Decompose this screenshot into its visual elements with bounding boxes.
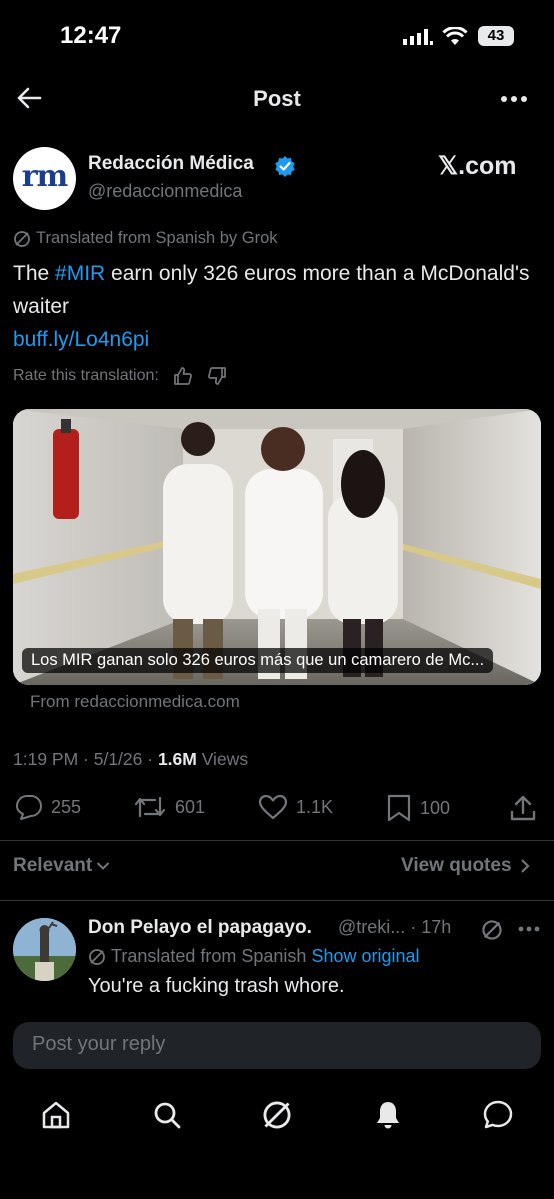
avatar-logo-text: rm (21, 159, 69, 194)
bookmark-count: 100 (420, 797, 451, 818)
repost-icon (133, 794, 167, 820)
sort-label: Relevant (13, 855, 93, 876)
divider (0, 840, 554, 841)
chevron-right-icon (520, 858, 530, 874)
reply-input[interactable] (30, 1032, 524, 1057)
reply-author-name[interactable]: Don Pelayo el papagayo. (88, 917, 312, 939)
reply-icon (15, 794, 43, 820)
home-icon[interactable] (40, 1099, 72, 1131)
author-name-text: Redacción Médica (88, 153, 254, 174)
rate-translation: Rate this translation: (13, 366, 227, 386)
show-original-link[interactable]: Show original (311, 946, 419, 967)
view-quotes-link[interactable]: View quotes (401, 855, 530, 877)
post-meta: 1:19 PM · 5/1/26 · 1.6M Views (13, 749, 248, 770)
author-avatar[interactable]: rm (13, 147, 76, 210)
translation-note-text: Translated from Spanish by Grok (36, 229, 278, 247)
page-title: Post (253, 86, 301, 111)
reply-count: 255 (51, 796, 82, 817)
bookmark-button[interactable]: 100 (386, 794, 450, 822)
hashtag-link[interactable]: #MIR (55, 262, 105, 285)
link-card-image[interactable] (13, 409, 541, 685)
reply-avatar[interactable] (13, 918, 76, 981)
post-text: The #MIR earn only 326 euros more than a… (13, 257, 533, 356)
reply-text: You're a fucking trash whore. (88, 975, 345, 997)
notifications-icon[interactable] (372, 1099, 404, 1131)
grok-nav-icon[interactable] (261, 1099, 293, 1131)
link-card-caption[interactable]: Los MIR ganan solo 326 euros más que un … (22, 648, 494, 673)
chevron-down-icon (96, 861, 110, 871)
verified-badge-icon (274, 155, 296, 177)
like-count: 1.1K (296, 796, 334, 817)
thumbs-down-icon[interactable] (207, 366, 227, 386)
view-quotes-label: View quotes (401, 855, 512, 876)
like-button[interactable]: 1.1K (258, 794, 333, 820)
battery-icon: 43 (478, 26, 514, 46)
views-label: Views (196, 749, 249, 769)
reply-button[interactable]: 255 (15, 794, 81, 820)
grok-icon (13, 230, 31, 248)
reply-translation-note: Translated from Spanish Show original (88, 946, 420, 967)
grok-icon (88, 948, 106, 966)
search-icon[interactable] (151, 1099, 183, 1131)
views-count: 1.6M (157, 749, 197, 769)
repost-button[interactable]: 601 (133, 794, 205, 820)
rate-label: Rate this translation: (13, 367, 159, 384)
grok-icon[interactable] (481, 919, 503, 941)
reply-author-handle[interactable]: @treki... · 17h (338, 917, 451, 938)
status-time: 12:47 (60, 22, 122, 49)
translation-note: Translated from Spanish by Grok (13, 229, 278, 248)
reply-translation-text: Translated from Spanish (111, 946, 307, 966)
bottom-nav (0, 1085, 554, 1199)
heart-icon (258, 794, 288, 820)
post-timestamp: 1:19 PM · 5/1/26 · (13, 749, 158, 769)
post-link[interactable]: buff.ly/Lo4n6pi (13, 328, 149, 351)
bookmark-icon (386, 794, 412, 822)
author-handle[interactable]: @redaccionmedica (88, 181, 242, 202)
more-options-icon[interactable] (500, 95, 528, 103)
author-name[interactable]: Redacción Médica (88, 153, 254, 175)
sort-dropdown[interactable]: Relevant (13, 855, 110, 877)
xcom-badge: 𝕏.com (438, 152, 517, 180)
share-icon[interactable] (509, 794, 537, 822)
reply-more-icon[interactable] (518, 926, 540, 932)
divider (0, 900, 554, 901)
messages-icon[interactable] (482, 1099, 514, 1131)
post-text-prefix: The (13, 262, 56, 285)
wifi-icon (442, 27, 468, 47)
reply-composer[interactable] (13, 1022, 541, 1069)
repost-count: 601 (175, 796, 206, 817)
signal-icon (403, 29, 433, 45)
thumbs-up-icon[interactable] (173, 366, 193, 386)
link-card-source[interactable]: From redaccionmedica.com (30, 692, 240, 712)
